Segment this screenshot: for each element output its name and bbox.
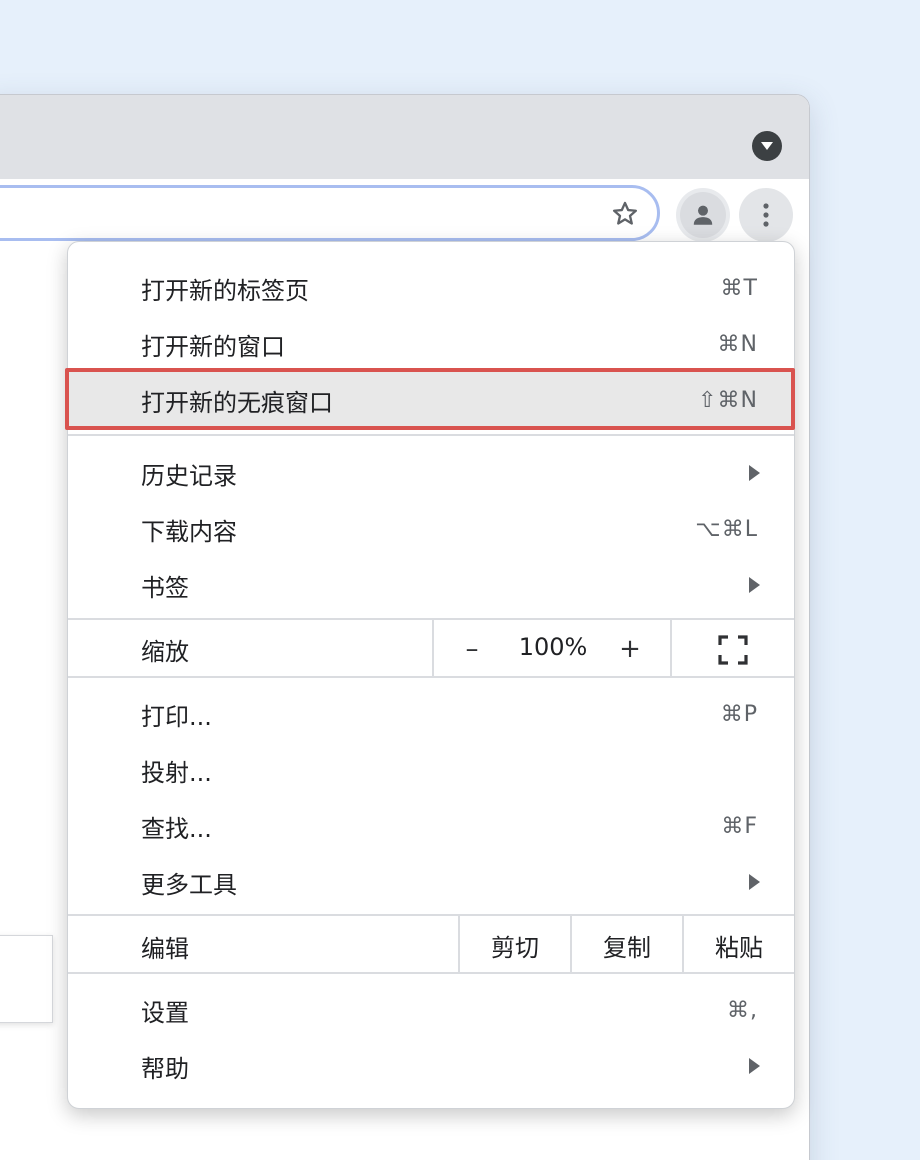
zoom-level: 100% [518, 633, 588, 661]
menu-button[interactable] [739, 188, 793, 242]
menu-item-label: 打开新的标签页 [141, 276, 309, 305]
menu-divider [68, 972, 794, 974]
menu-item-label: 打印... [141, 702, 212, 731]
menu-item-label: 查找... [141, 814, 212, 843]
menu-item-shortcut: ⌘, [727, 997, 758, 1023]
menu-item-shortcut: ⌥⌘L [695, 516, 758, 542]
fullscreen-button[interactable] [708, 632, 758, 668]
menu-item-shortcut: ⇧⌘N [698, 387, 758, 413]
copy-button[interactable]: 复制 [572, 916, 682, 974]
zoom-out-button[interactable]: – [448, 624, 496, 674]
toolbar [0, 179, 809, 247]
edit-label: 编辑 [141, 935, 189, 963]
background-panel [0, 935, 53, 1023]
submenu-arrow-icon [749, 465, 760, 481]
menu-item-new-incognito-window[interactable]: 打开新的无痕窗口 ⇧⌘N [68, 372, 794, 428]
submenu-arrow-icon [749, 1058, 760, 1074]
submenu-arrow-icon [749, 577, 760, 593]
menu-item-history[interactable]: 历史记录 [68, 445, 794, 501]
menu-item-label: 下载内容 [141, 517, 237, 546]
menu-item-label: 书签 [141, 573, 189, 602]
menu-item-label: 更多工具 [141, 870, 237, 899]
menu-item-shortcut: ⌘F [721, 813, 758, 839]
menu-item-shortcut: ⌘T [720, 275, 758, 301]
menu-item-label: 设置 [141, 998, 189, 1027]
menu-item-find[interactable]: 查找... ⌘F [68, 798, 794, 854]
menu-item-downloads[interactable]: 下载内容 ⌥⌘L [68, 501, 794, 557]
menu-item-settings[interactable]: 设置 ⌘, [68, 982, 794, 1038]
menu-item-label: 打开新的窗口 [141, 332, 285, 361]
zoom-divider [670, 620, 672, 678]
zoom-label: 缩放 [141, 638, 189, 666]
menu-item-label: 帮助 [141, 1054, 189, 1083]
menu-divider [68, 676, 794, 678]
submenu-arrow-icon [749, 874, 760, 890]
menu-item-more-tools[interactable]: 更多工具 [68, 854, 794, 910]
cut-button[interactable]: 剪切 [460, 916, 570, 974]
star-icon[interactable] [611, 200, 639, 228]
menu-item-label: 打开新的无痕窗口 [141, 388, 333, 417]
menu-item-new-tab[interactable]: 打开新的标签页 ⌘T [68, 260, 794, 316]
menu-item-print[interactable]: 打印... ⌘P [68, 686, 794, 742]
chevron-down-icon [761, 142, 773, 150]
menu-item-shortcut: ⌘P [720, 701, 758, 727]
menu-item-bookmarks[interactable]: 书签 [68, 557, 794, 613]
menu-item-label: 投射... [141, 758, 212, 787]
chrome-app-menu: 打开新的标签页 ⌘T 打开新的窗口 ⌘N 打开新的无痕窗口 ⇧⌘N 历史记录 下… [65, 241, 795, 1109]
zoom-divider [432, 620, 434, 678]
fullscreen-icon [718, 635, 748, 665]
menu-item-shortcut: ⌘N [717, 331, 758, 357]
tab-search-button[interactable] [752, 131, 782, 161]
tab-strip [0, 95, 809, 179]
paste-button[interactable]: 粘贴 [684, 916, 794, 974]
profile-icon [693, 205, 713, 225]
zoom-in-button[interactable]: + [606, 624, 654, 674]
edit-row: 编辑 剪切 复制 粘贴 [68, 916, 794, 974]
kebab-menu-icon [763, 203, 769, 227]
address-bar[interactable] [0, 185, 660, 241]
menu-item-cast[interactable]: 投射... [68, 742, 794, 798]
menu-item-label: 历史记录 [141, 461, 237, 490]
menu-item-help[interactable]: 帮助 [68, 1038, 794, 1094]
menu-item-new-window[interactable]: 打开新的窗口 ⌘N [68, 316, 794, 372]
profile-button[interactable] [676, 188, 730, 242]
zoom-row: 缩放 – 100% + [68, 620, 794, 678]
menu-divider [68, 434, 794, 436]
